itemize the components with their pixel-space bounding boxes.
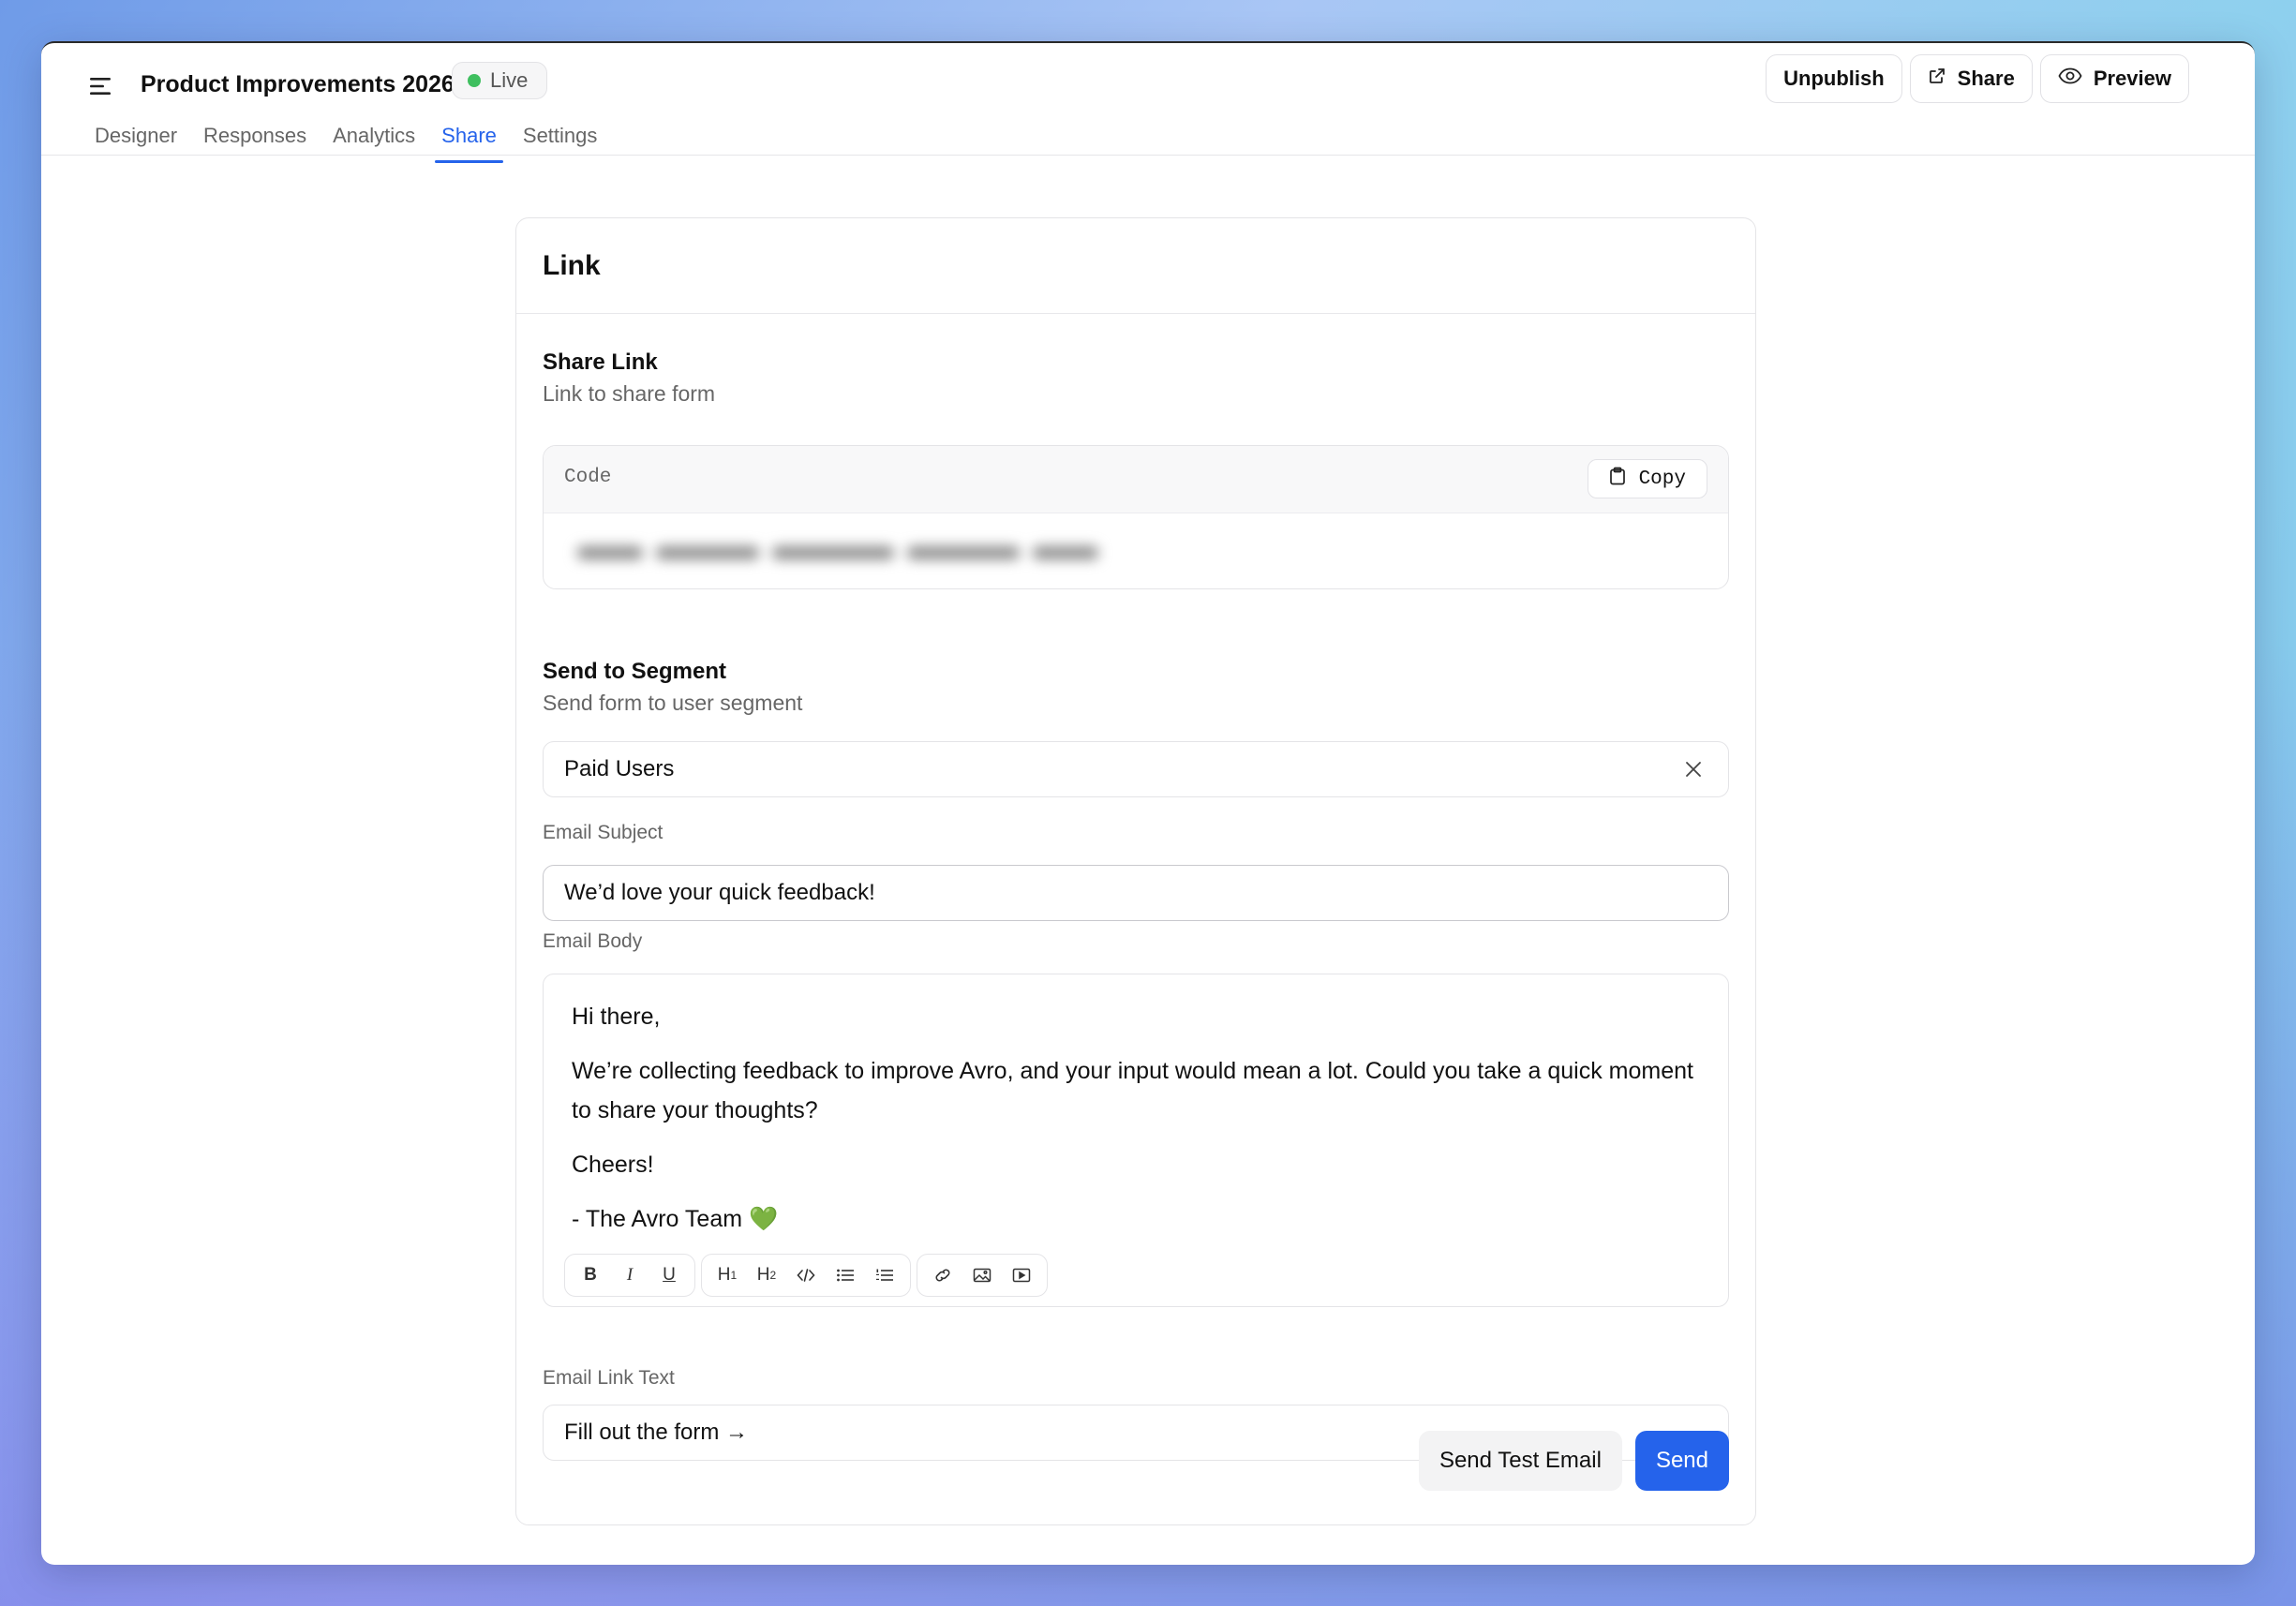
code-icon[interactable] bbox=[786, 1257, 826, 1294]
close-icon[interactable] bbox=[1679, 755, 1707, 783]
share-button[interactable]: Share bbox=[1909, 54, 2033, 103]
share-link-title: Share Link bbox=[543, 349, 658, 375]
email-body-signature: - The Avro Team 💚 bbox=[572, 1206, 779, 1232]
bold-icon[interactable]: B bbox=[571, 1257, 610, 1294]
app-window: Product Improvements 2026 Live Unpublish… bbox=[41, 41, 2255, 1565]
tab-bar: Designer Responses Analytics Share Setti… bbox=[88, 118, 617, 163]
copy-button[interactable]: Copy bbox=[1587, 459, 1707, 498]
formatting-toolbar: B I U H1 H2 bbox=[564, 1254, 1048, 1297]
top-bar: Product Improvements 2026 Live Unpublish… bbox=[41, 43, 2255, 163]
unpublish-button[interactable]: Unpublish bbox=[1766, 54, 1902, 103]
block-group: H1 H2 bbox=[701, 1254, 911, 1297]
italic-icon[interactable]: I bbox=[610, 1257, 649, 1294]
heading1-icon[interactable]: H1 bbox=[708, 1257, 747, 1294]
segment-subtitle: Send form to user segment bbox=[543, 691, 803, 715]
video-icon[interactable] bbox=[1002, 1257, 1041, 1294]
copy-label: Copy bbox=[1638, 468, 1686, 490]
insert-group bbox=[917, 1254, 1048, 1297]
segment-select[interactable]: Paid Users bbox=[543, 741, 1729, 797]
email-subject-value: We’d love your quick feedback! bbox=[564, 880, 875, 905]
bullet-list-icon[interactable] bbox=[826, 1257, 865, 1294]
ordered-list-icon[interactable] bbox=[865, 1257, 904, 1294]
link-card: Link Share Link Link to share form Code … bbox=[515, 217, 1756, 1525]
preview-button[interactable]: Preview bbox=[2039, 54, 2189, 103]
share-link-subtitle: Link to share form bbox=[543, 381, 716, 406]
email-body-greeting: Hi there, bbox=[572, 1004, 661, 1030]
share-label: Share bbox=[1957, 67, 2015, 90]
redacted-link bbox=[577, 540, 1102, 566]
send-test-email-button[interactable]: Send Test Email bbox=[1418, 1431, 1622, 1491]
clipboard-icon bbox=[1609, 467, 1626, 492]
card-header: Link bbox=[516, 218, 1755, 314]
page-title: Product Improvements 2026 bbox=[141, 71, 455, 97]
tab-analytics[interactable]: Analytics bbox=[326, 118, 422, 157]
code-label: Code bbox=[564, 467, 612, 488]
link-icon[interactable] bbox=[923, 1257, 962, 1294]
share-link-code[interactable] bbox=[544, 513, 1728, 588]
send-actions: Send Test Email Send bbox=[1418, 1431, 1729, 1491]
share-icon bbox=[1928, 67, 1946, 91]
header-actions: Unpublish Share Preview bbox=[1766, 54, 2189, 103]
email-body-editor[interactable]: Hi there, We’re collecting feedback to i… bbox=[543, 974, 1729, 1307]
email-body-signoff: Cheers! bbox=[572, 1152, 654, 1178]
email-body-label: Email Body bbox=[543, 930, 643, 952]
status-badge: Live bbox=[452, 62, 548, 99]
segment-value: Paid Users bbox=[564, 756, 675, 781]
segment-title: Send to Segment bbox=[543, 659, 727, 684]
email-subject-input[interactable]: We’d love your quick feedback! bbox=[543, 865, 1729, 921]
tab-responses[interactable]: Responses bbox=[197, 118, 313, 157]
live-dot-icon bbox=[468, 74, 481, 87]
status-label: Live bbox=[490, 68, 529, 92]
preview-label: Preview bbox=[2093, 67, 2171, 90]
code-header: Code Copy bbox=[544, 446, 1728, 513]
email-link-text-label: Email Link Text bbox=[543, 1367, 675, 1389]
email-link-text-value: Fill out the form → bbox=[564, 1420, 749, 1445]
card-title: Link bbox=[543, 250, 601, 281]
tab-settings[interactable]: Settings bbox=[516, 118, 604, 157]
code-block: Code Copy bbox=[543, 445, 1729, 589]
underline-icon[interactable]: U bbox=[649, 1257, 689, 1294]
tab-designer[interactable]: Designer bbox=[88, 118, 184, 157]
email-body-paragraph: We’re collecting feedback to improve Avr… bbox=[572, 1058, 1693, 1123]
tab-share[interactable]: Share bbox=[435, 118, 503, 163]
email-subject-label: Email Subject bbox=[543, 822, 663, 843]
menu-icon[interactable] bbox=[84, 69, 118, 103]
text-style-group: B I U bbox=[564, 1254, 695, 1297]
send-button[interactable]: Send bbox=[1634, 1431, 1729, 1491]
image-icon[interactable] bbox=[962, 1257, 1002, 1294]
heading2-icon[interactable]: H2 bbox=[747, 1257, 786, 1294]
unpublish-label: Unpublish bbox=[1783, 67, 1885, 90]
eye-icon bbox=[2058, 67, 2082, 91]
